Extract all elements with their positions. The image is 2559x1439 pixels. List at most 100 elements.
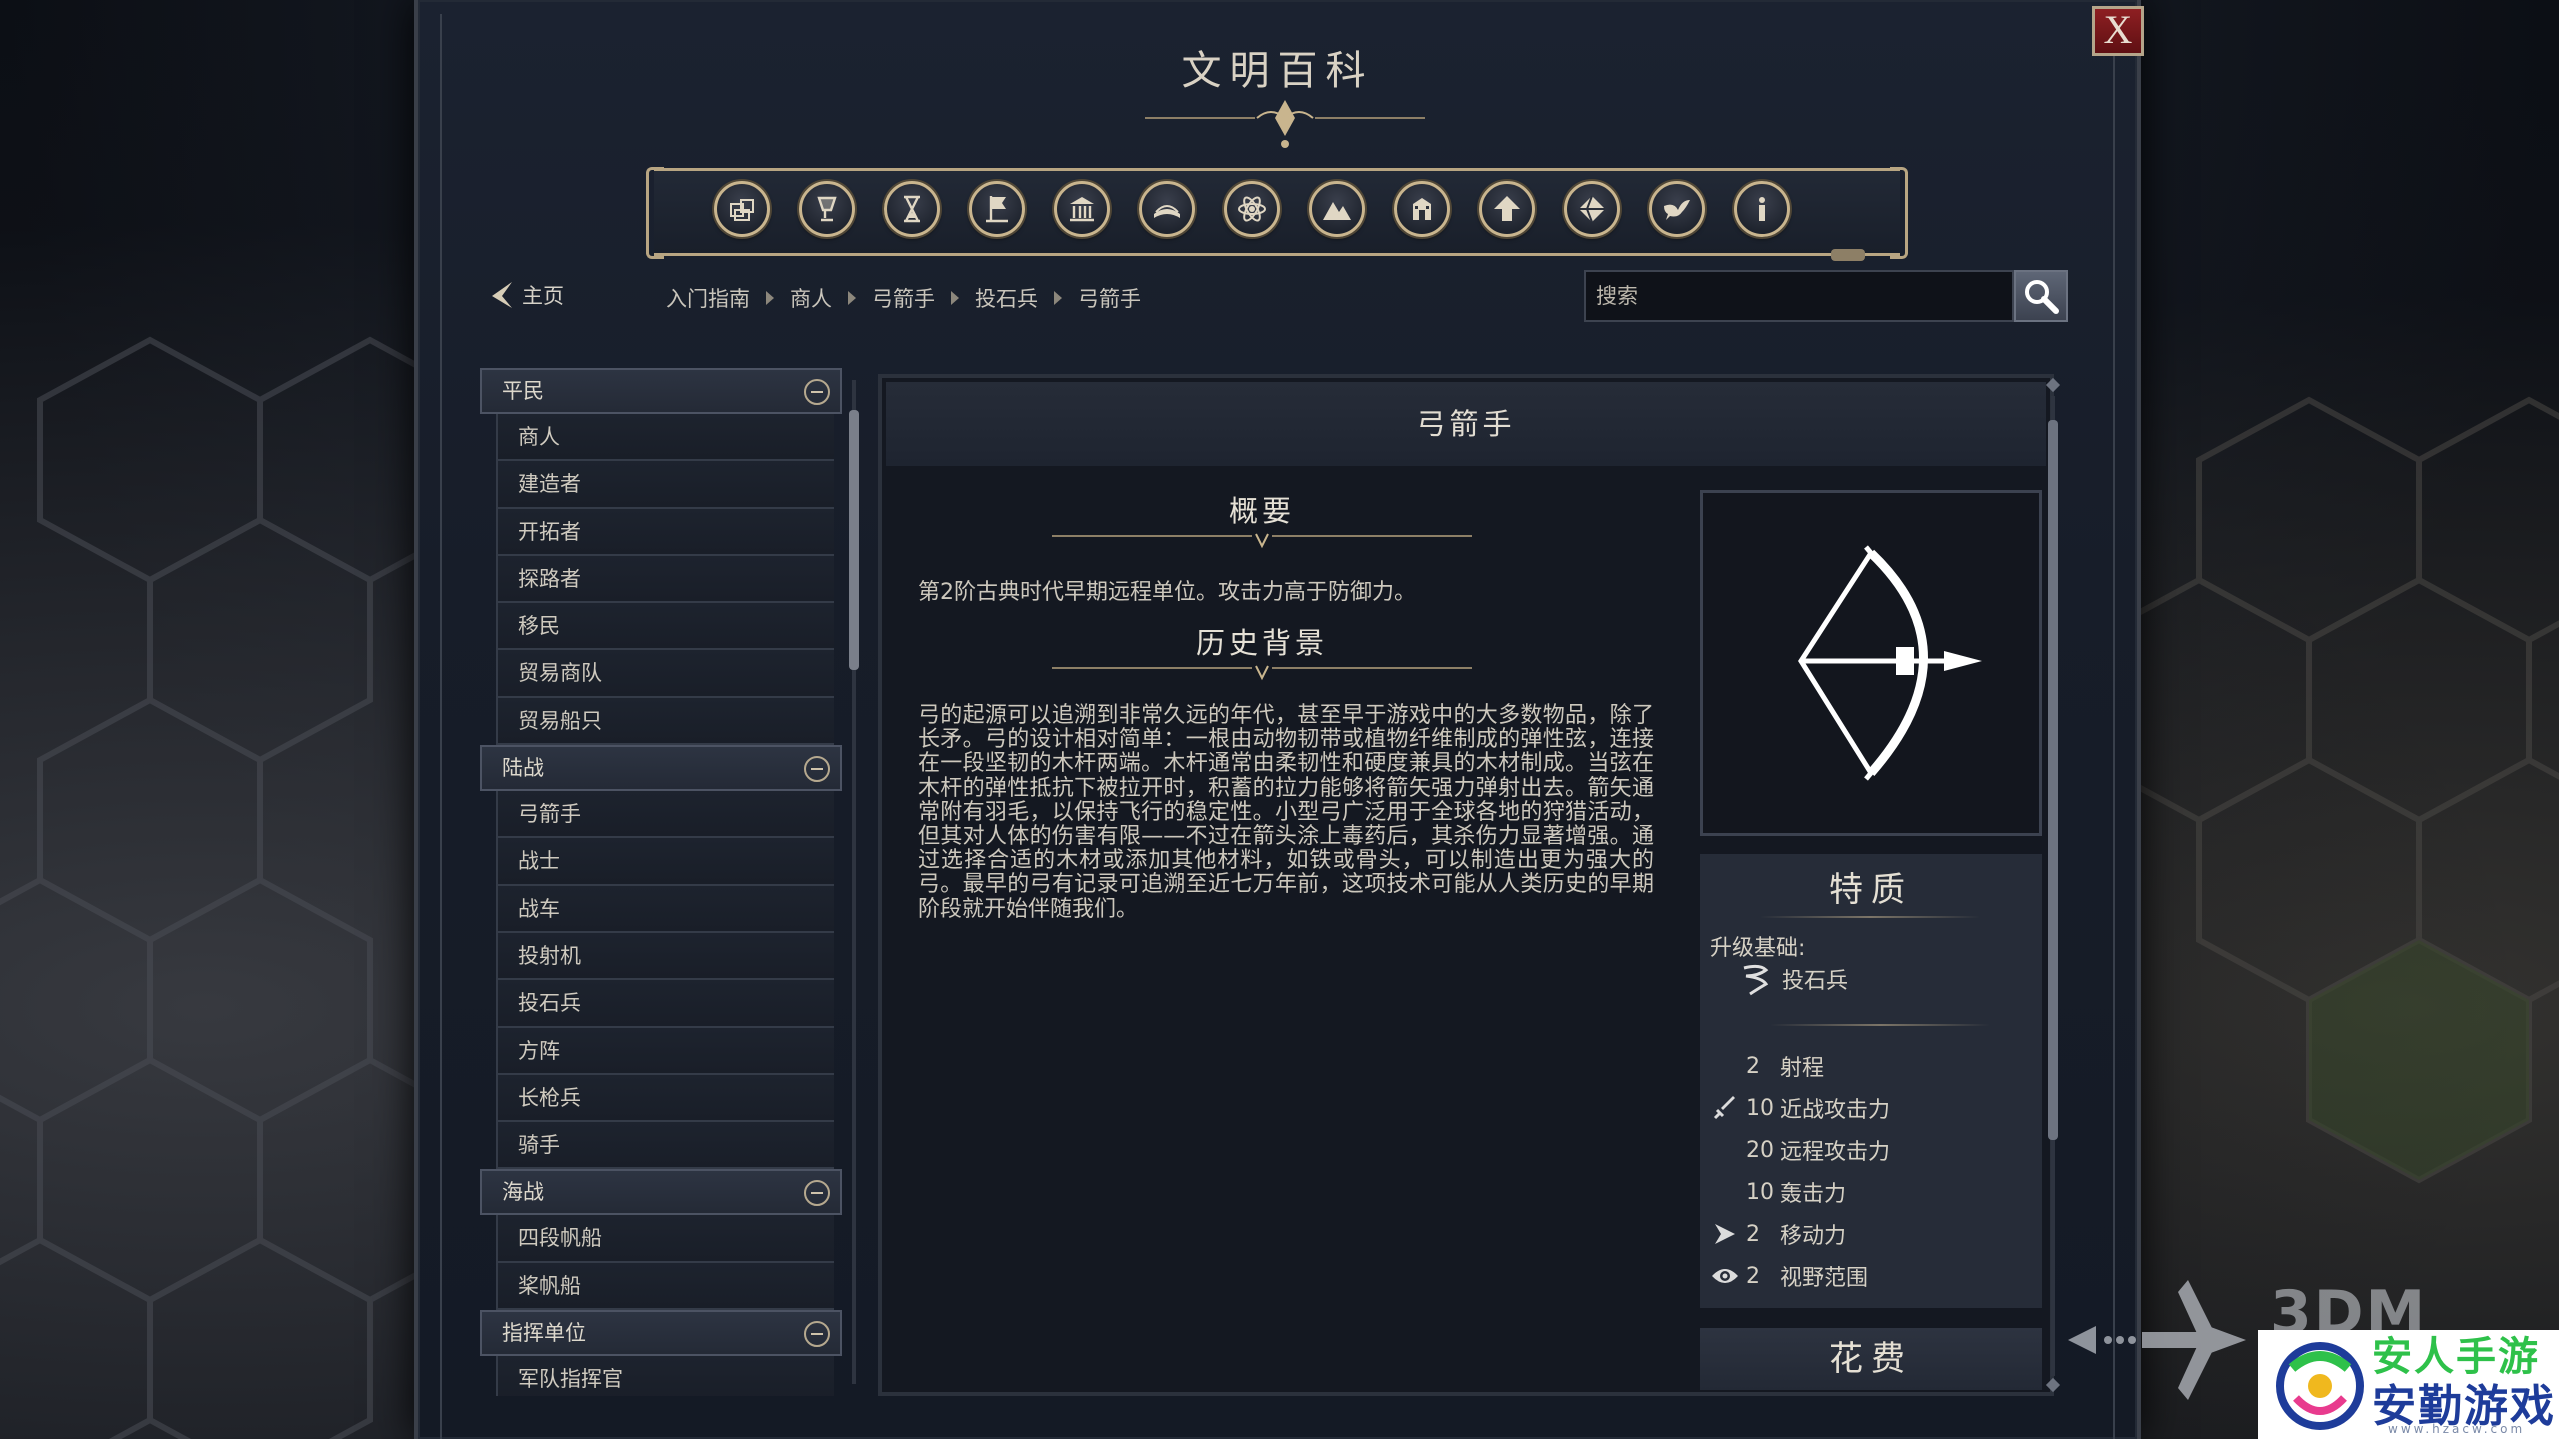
tree-category-label: 指挥单位: [502, 1321, 586, 1346]
stat-movement: 2 移动力: [1710, 1218, 1846, 1250]
mountain-icon[interactable]: [1309, 181, 1365, 237]
watermark-site-url: www.hzacw.com: [2388, 1422, 2526, 1436]
collapse-icon[interactable]: [804, 379, 830, 405]
icon-bar-cap-left: [646, 167, 664, 259]
history-divider: [1052, 665, 1472, 681]
tree-item[interactable]: 军队指挥官: [496, 1356, 834, 1396]
collapse-icon[interactable]: [804, 1321, 830, 1348]
tree-item[interactable]: 桨帆船: [496, 1262, 834, 1311]
upgrade-arrow-icon[interactable]: [1479, 181, 1535, 237]
tree-item[interactable]: 商人: [496, 414, 834, 462]
tree-item[interactable]: 战车: [496, 885, 834, 933]
icon-bar-cap-right: [1890, 167, 1908, 259]
article-panel: 弓箭手 概要 第2阶古典时代早期远程单位。攻击力高于防御力。 历史背景 弓的起源…: [878, 374, 2054, 1396]
stat-label: 近战攻击力: [1780, 1098, 1891, 1123]
eye-icon: [1710, 1261, 1740, 1291]
info-icon[interactable]: [1734, 181, 1790, 237]
goblet-icon[interactable]: [799, 181, 855, 237]
temple-icon[interactable]: [1054, 181, 1110, 237]
tree-item[interactable]: 投射机: [496, 932, 834, 981]
movement-arrow-icon: [1710, 1219, 1740, 1249]
stat-label: 移动力: [1780, 1224, 1847, 1249]
breadcrumb-item[interactable]: 弓箭手: [872, 283, 935, 313]
history-heading: 历史背景: [1195, 626, 1328, 660]
article-scrollbar[interactable]: [2045, 376, 2061, 1396]
tree-item[interactable]: 战士: [496, 838, 834, 886]
tree-category-label: 海战: [502, 1180, 544, 1205]
tree-item[interactable]: 方阵: [496, 1027, 834, 1075]
crate-icon[interactable]: [714, 181, 770, 237]
tree-category-commander[interactable]: 指挥单位: [480, 1310, 842, 1357]
stat-value: 20: [1746, 1137, 1774, 1163]
stat-bombard: 10 轰击力: [1710, 1176, 1846, 1208]
scroll-up-icon[interactable]: [2045, 377, 2061, 393]
stat-label: 轰击力: [1780, 1182, 1847, 1207]
home-link[interactable]: 主页: [488, 280, 564, 310]
tree-item[interactable]: 贸易商队: [496, 650, 834, 698]
tree-scrollbar[interactable]: [848, 368, 860, 1396]
tree-item[interactable]: 弓箭手: [496, 791, 834, 839]
stat-value: 2: [1746, 1221, 1760, 1247]
stat-range: 2 射程: [1710, 1050, 1824, 1082]
tree-item[interactable]: 骑手: [496, 1122, 834, 1170]
scroll-down-icon[interactable]: [2045, 1377, 2061, 1393]
tree-category-civilian[interactable]: 平民: [480, 368, 842, 414]
hourglass-icon[interactable]: [884, 181, 940, 237]
breadcrumb-item[interactable]: 投石兵: [975, 283, 1038, 313]
search-button[interactable]: [2014, 270, 2068, 322]
terrain-icon[interactable]: [1564, 181, 1620, 237]
scroll-thumb[interactable]: [849, 410, 859, 670]
tree-item[interactable]: 开拓者: [496, 508, 834, 556]
stat-value: 10: [1746, 1179, 1774, 1205]
watermark-badge: 安人手游 安勤游戏网 www.hzacw.com: [2258, 1330, 2559, 1439]
search-input[interactable]: [1584, 270, 2014, 322]
traits-divider: [1770, 1024, 1990, 1026]
breadcrumb-separator-icon: [951, 291, 959, 305]
category-icon-bar: [646, 167, 1908, 261]
stat-blank-icon: [1710, 1051, 1740, 1081]
book-icon[interactable]: [1139, 181, 1195, 237]
scroll-thumb[interactable]: [2048, 420, 2058, 1140]
tree-category-label: 平民: [502, 379, 544, 403]
atom-icon[interactable]: [1224, 181, 1280, 237]
cost-heading: 花费: [1700, 1328, 2042, 1390]
hex-tiles-left: [0, 336, 420, 1439]
stat-melee: 10 近战攻击力: [1710, 1092, 1890, 1124]
history-text: 弓的起源可以追溯到非常久远的年代，甚至早于游戏中的大多数物品，除了长矛。弓的设计…: [918, 703, 1654, 922]
breadcrumb: 入门指南 商人 弓箭手 投石兵 弓箭手: [666, 283, 1141, 313]
stat-label: 视野范围: [1780, 1266, 1869, 1291]
upgrade-unit-link[interactable]: 投石兵: [1740, 962, 1848, 996]
tree-item[interactable]: 长枪兵: [496, 1074, 834, 1123]
tree-item[interactable]: 投石兵: [496, 980, 834, 1028]
breadcrumb-separator-icon: [1054, 291, 1062, 305]
stat-value: 10: [1746, 1095, 1774, 1121]
tree-item[interactable]: 建造者: [496, 461, 834, 509]
building-icon[interactable]: [1394, 181, 1450, 237]
traits-heading: 特质: [1829, 870, 1913, 910]
tree-item[interactable]: 贸易船只: [496, 697, 834, 746]
breadcrumb-item[interactable]: 入门指南: [666, 283, 750, 313]
flag-icon[interactable]: [969, 181, 1025, 237]
collapse-icon[interactable]: [804, 756, 830, 783]
window-title: 文明百科: [1181, 48, 1374, 94]
dove-icon[interactable]: [1649, 181, 1705, 237]
breadcrumb-separator-icon: [766, 291, 774, 305]
search-icon: [2025, 280, 2059, 314]
watermark-arrow-logo: [2068, 1280, 2246, 1400]
upgrade-label: 升级基础:: [1710, 936, 1806, 961]
tree-category-naval[interactable]: 海战: [480, 1169, 842, 1216]
melee-sword-icon: [1710, 1093, 1740, 1123]
civilopedia-window: X 文明百科 主页 入门指南 商人 弓箭手 投石兵 弓箭手 搜索 平民 商人 建…: [414, 0, 2144, 1439]
tree-item[interactable]: 移民: [496, 603, 834, 651]
breadcrumb-item[interactable]: 弓箭手: [1078, 283, 1141, 313]
watermark-site-logo-icon: [2276, 1342, 2364, 1430]
bow-icon: [1798, 545, 1982, 781]
tree-item[interactable]: 四段帆船: [496, 1215, 834, 1263]
tree-item[interactable]: 探路者: [496, 555, 834, 604]
collapse-icon[interactable]: [804, 1180, 830, 1207]
stat-label: 远程攻击力: [1780, 1140, 1891, 1165]
tree-category-land[interactable]: 陆战: [480, 745, 842, 792]
stat-blank-icon: [1710, 1135, 1740, 1165]
home-label: 主页: [522, 284, 564, 308]
breadcrumb-item[interactable]: 商人: [790, 283, 832, 313]
